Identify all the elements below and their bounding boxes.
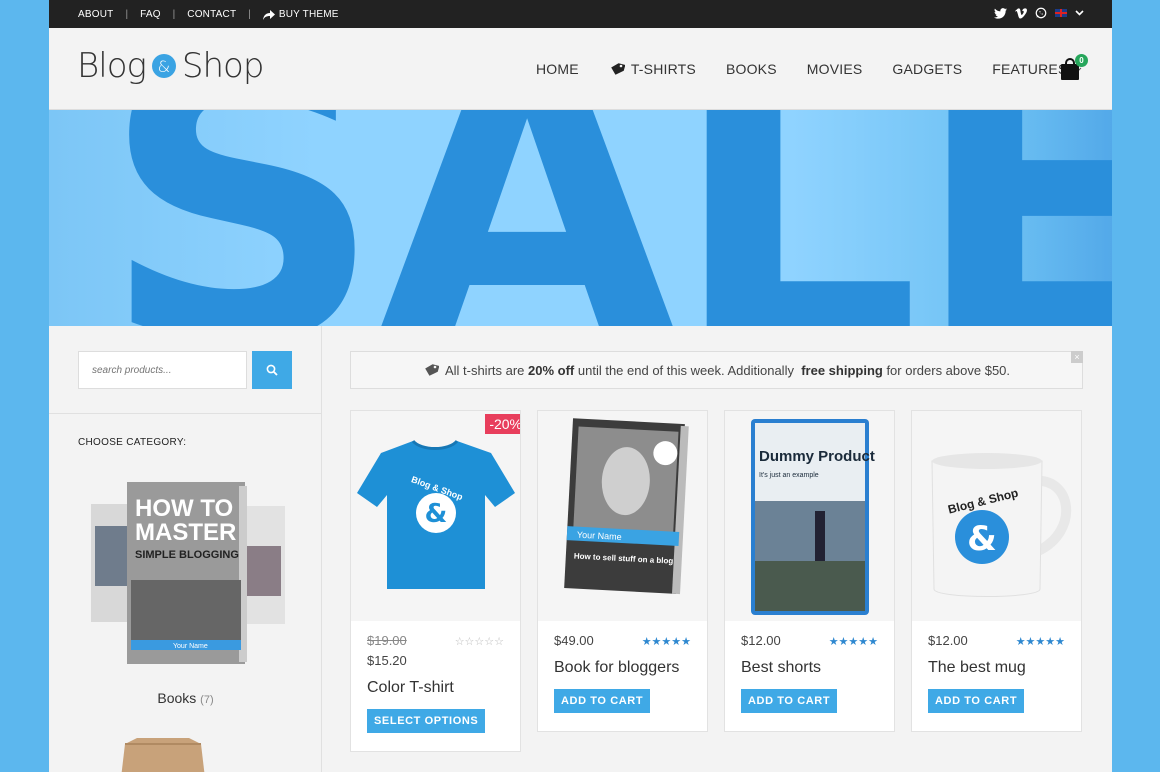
old-price: $19.00 (367, 633, 407, 648)
product-image[interactable]: & Blog & Shop -20% (351, 411, 520, 621)
product-card[interactable]: & Blog & Shop -20% $19.00 $15.20 ☆☆☆☆☆ C… (350, 410, 521, 752)
chevron-down-icon[interactable] (1075, 10, 1084, 16)
nav-label: T-SHIRTS (630, 61, 696, 77)
shopping-bag-icon (1061, 64, 1079, 80)
notice-discount: 20% off (528, 362, 575, 378)
product-price: $15.20 (367, 653, 407, 668)
search-icon (266, 364, 278, 376)
nav-item-t-shirts[interactable]: T-SHIRTS (609, 61, 696, 77)
dvd-subtitle: It's just an example (759, 472, 819, 479)
tag-icon (611, 63, 625, 75)
whatsapp-icon[interactable] (1035, 7, 1047, 19)
category-name: Books (157, 690, 197, 706)
add-to-cart-button[interactable]: ADD TO CART (741, 689, 838, 713)
dvd-graphic: Dummy Product It's just an example (751, 419, 875, 615)
site-logo[interactable]: Blog & Shop (77, 46, 265, 86)
sale-banner[interactable]: SALE (49, 110, 1112, 326)
product-card[interactable]: Dummy Product It's just an example $12.0… (724, 410, 895, 732)
nav-label: BOOKS (725, 61, 777, 77)
twitter-icon[interactable] (994, 7, 1007, 19)
tag-icon (425, 364, 439, 376)
sale-badge: -20% (485, 414, 520, 434)
books-category-image[interactable]: HOW TO MASTER SIMPLE BLOGGING Your Name (89, 476, 289, 672)
notice-free-shipping: free shipping (801, 362, 883, 378)
add-to-cart-button[interactable]: ADD TO CART (928, 689, 1025, 713)
buy-theme-link[interactable]: BUY THEME (262, 9, 339, 20)
divider (49, 413, 322, 414)
nav-label: HOME (536, 61, 579, 77)
add-to-cart-button[interactable]: ADD TO CART (554, 689, 651, 713)
star-rating: ★★★★★ (1015, 636, 1065, 648)
site-header: Blog & Shop HOME T-SHIRTS BOOKS MOVIES G… (49, 28, 1112, 110)
star-rating: ★★★★★ (641, 636, 691, 648)
about-link[interactable]: ABOUT (78, 9, 113, 20)
product-image[interactable]: & Blog & Shop (912, 411, 1081, 621)
category-heading: CHOOSE CATEGORY: (78, 437, 187, 448)
paper-bag-category-image[interactable] (111, 738, 215, 772)
separator: | (248, 9, 251, 20)
faq-link[interactable]: FAQ (140, 9, 161, 20)
notice-close-button[interactable]: × (1071, 351, 1083, 363)
uk-flag-icon[interactable] (1055, 9, 1067, 17)
svg-text:&: & (425, 499, 448, 529)
cart-count-badge: 0 (1075, 54, 1088, 67)
category-count: (7) (200, 694, 214, 706)
main-content: CHOOSE CATEGORY: HOW TO MASTER SIMPLE BL… (49, 326, 1112, 772)
separator: | (125, 9, 129, 20)
book-front: HOW TO MASTER SIMPLE BLOGGING Your Name (127, 482, 247, 664)
main-nav: HOME T-SHIRTS BOOKS MOVIES GADGETS FEATU… (536, 61, 1082, 77)
share-arrow-icon (262, 9, 275, 20)
product-card[interactable]: & Blog & Shop $12.00 ★★★★★ The best mug … (911, 410, 1082, 732)
mug-graphic: & Blog & Shop (931, 453, 1071, 597)
top-links: ABOUT | FAQ | CONTACT | BUY THEME (78, 9, 339, 20)
search-input[interactable] (78, 351, 247, 389)
logo-text-blog: Blog (77, 46, 147, 86)
vimeo-icon[interactable] (1015, 7, 1027, 19)
separator: | (172, 9, 176, 20)
promo-notice: All t-shirts are 20% off until the end o… (350, 351, 1083, 389)
buy-theme-label: BUY THEME (278, 9, 339, 20)
svg-text:&: & (967, 519, 997, 559)
product-title[interactable]: Best shorts (741, 659, 878, 677)
product-title[interactable]: The best mug (928, 659, 1065, 677)
book-title-line3: SIMPLE BLOGGING (135, 549, 239, 561)
tshirt-graphic: & Blog & Shop (357, 439, 515, 589)
notice-part: until the end of this week. Additionally (574, 362, 798, 378)
nav-label: GADGETS (892, 61, 963, 77)
social-links (994, 7, 1084, 19)
notice-part: for orders above $50. (882, 362, 1011, 378)
logo-text-shop: Shop (181, 46, 265, 86)
book-graphic: Your Name How to sell stuff on a blog (564, 418, 689, 595)
dvd-title: Dummy Product (759, 448, 875, 465)
contact-link[interactable]: CONTACT (187, 9, 236, 20)
book-author: Your Name (173, 643, 208, 650)
star-rating: ★★★★★ (828, 636, 878, 648)
select-options-button[interactable]: SELECT OPTIONS (367, 709, 486, 733)
nav-item-books[interactable]: BOOKS (726, 61, 777, 77)
cart-button[interactable]: 0 (1060, 54, 1088, 80)
banner-sale-text: SALE (101, 110, 1112, 326)
logo-ampersand: & (151, 54, 176, 78)
notice-text: All t-shirts are 20% off until the end o… (445, 363, 1010, 378)
nav-item-movies[interactable]: MOVIES (807, 61, 863, 77)
star-rating-empty: ☆☆☆☆☆ (454, 636, 504, 648)
product-title[interactable]: Book for bloggers (554, 659, 691, 677)
top-bar: ABOUT | FAQ | CONTACT | BUY THEME (49, 0, 1112, 28)
nav-label: MOVIES (806, 61, 863, 77)
category-books[interactable]: Books (7) (49, 690, 322, 706)
nav-label: FEATURES (992, 61, 1068, 77)
product-card[interactable]: Your Name How to sell stuff on a blog $4… (537, 410, 708, 732)
notice-part: All t-shirts are (444, 362, 529, 378)
nav-item-home[interactable]: HOME (536, 61, 579, 77)
product-title[interactable]: Color T-shirt (367, 679, 504, 697)
book-title-line1: HOW TO (135, 495, 233, 522)
product-image[interactable]: Dummy Product It's just an example (725, 411, 894, 621)
book-title-line2: MASTER (135, 519, 236, 546)
sidebar: CHOOSE CATEGORY: HOW TO MASTER SIMPLE BL… (49, 326, 322, 772)
product-image[interactable]: Your Name How to sell stuff on a blog (538, 411, 707, 621)
nav-item-gadgets[interactable]: GADGETS (892, 61, 962, 77)
search-button[interactable] (252, 351, 292, 389)
